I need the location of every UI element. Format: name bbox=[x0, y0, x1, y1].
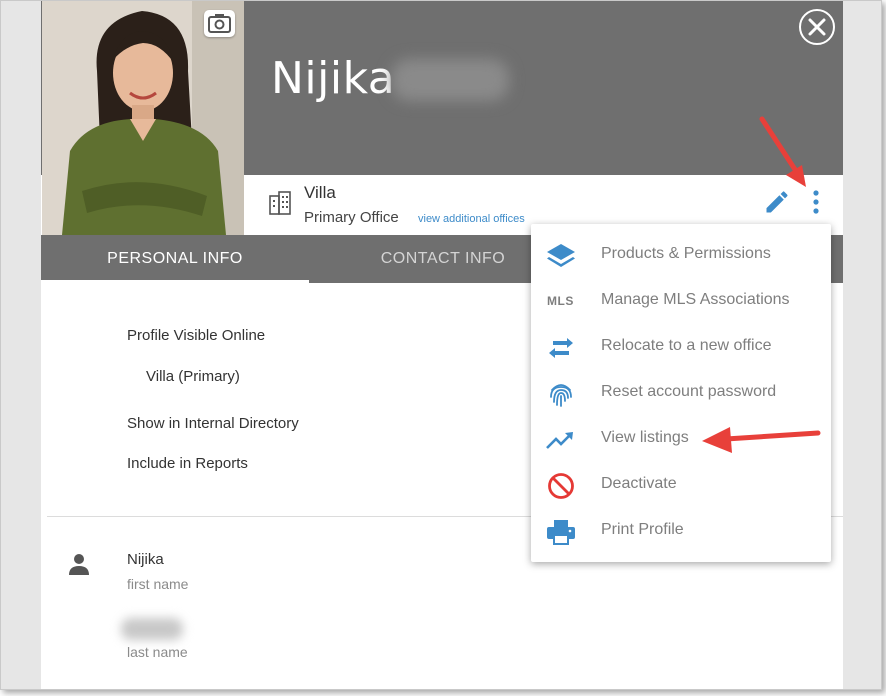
last-name-value-redacted bbox=[121, 618, 183, 640]
menu-item-deactivate[interactable]: Deactivate bbox=[531, 462, 831, 508]
menu-label: Deactivate bbox=[601, 475, 677, 492]
person-icon bbox=[69, 554, 89, 575]
internal-directory-setting[interactable]: Show in Internal Directory bbox=[127, 415, 299, 432]
menu-item-reset-password[interactable]: Reset account password bbox=[531, 370, 831, 416]
view-additional-offices-link[interactable]: view additional offices bbox=[418, 213, 525, 225]
menu-item-products-permissions[interactable]: Products & Permissions bbox=[531, 232, 831, 278]
menu-item-manage-mls[interactable]: MLS Manage MLS Associations bbox=[531, 278, 831, 324]
office-visibility-item: Villa (Primary) bbox=[146, 368, 240, 385]
annotation-arrow-menu bbox=[759, 116, 806, 187]
menu-label: Relocate to a new office bbox=[601, 337, 772, 354]
profile-visible-online-setting[interactable]: Profile Visible Online bbox=[127, 327, 265, 344]
backdrop-left bbox=[1, 1, 41, 689]
menu-item-print-profile[interactable]: Print Profile bbox=[531, 508, 831, 554]
menu-label: View listings bbox=[601, 429, 689, 446]
fingerprint-icon bbox=[550, 384, 572, 407]
office-name: Villa bbox=[304, 183, 336, 202]
tab-personal-info[interactable]: PERSONAL INFO bbox=[41, 235, 309, 283]
include-in-reports-setting[interactable]: Include in Reports bbox=[127, 455, 248, 472]
close-button[interactable] bbox=[799, 9, 835, 45]
layers-icon bbox=[547, 244, 575, 267]
profile-name: Nijika bbox=[271, 53, 396, 104]
menu-item-relocate[interactable]: Relocate to a new office bbox=[531, 324, 831, 370]
profile-actions-menu: Products & Permissions MLS Manage MLS As… bbox=[531, 224, 831, 562]
mls-icon: MLS bbox=[547, 294, 574, 308]
last-name-redacted bbox=[391, 59, 509, 101]
backdrop-right bbox=[843, 1, 881, 689]
building-icon bbox=[269, 191, 291, 215]
camera-icon bbox=[208, 14, 231, 33]
office-role: Primary Office bbox=[304, 209, 399, 226]
profile-window: Nijika Villa Primary Office view additio… bbox=[0, 0, 882, 690]
annotation-arrow-view-listings bbox=[702, 427, 821, 453]
first-name-value: Nijika bbox=[127, 551, 164, 568]
menu-label: Products & Permissions bbox=[601, 245, 771, 262]
trending-up-icon bbox=[546, 432, 573, 449]
menu-label: Print Profile bbox=[601, 521, 684, 538]
menu-label: Reset account password bbox=[601, 383, 777, 400]
first-name-label: first name bbox=[127, 576, 189, 592]
menu-label: Manage MLS Associations bbox=[601, 291, 790, 308]
printer-icon bbox=[547, 520, 575, 545]
close-icon bbox=[808, 18, 826, 36]
block-icon bbox=[548, 473, 574, 499]
change-photo-button[interactable] bbox=[204, 10, 235, 37]
swap-arrows-icon bbox=[549, 338, 573, 358]
last-name-label: last name bbox=[127, 644, 188, 660]
